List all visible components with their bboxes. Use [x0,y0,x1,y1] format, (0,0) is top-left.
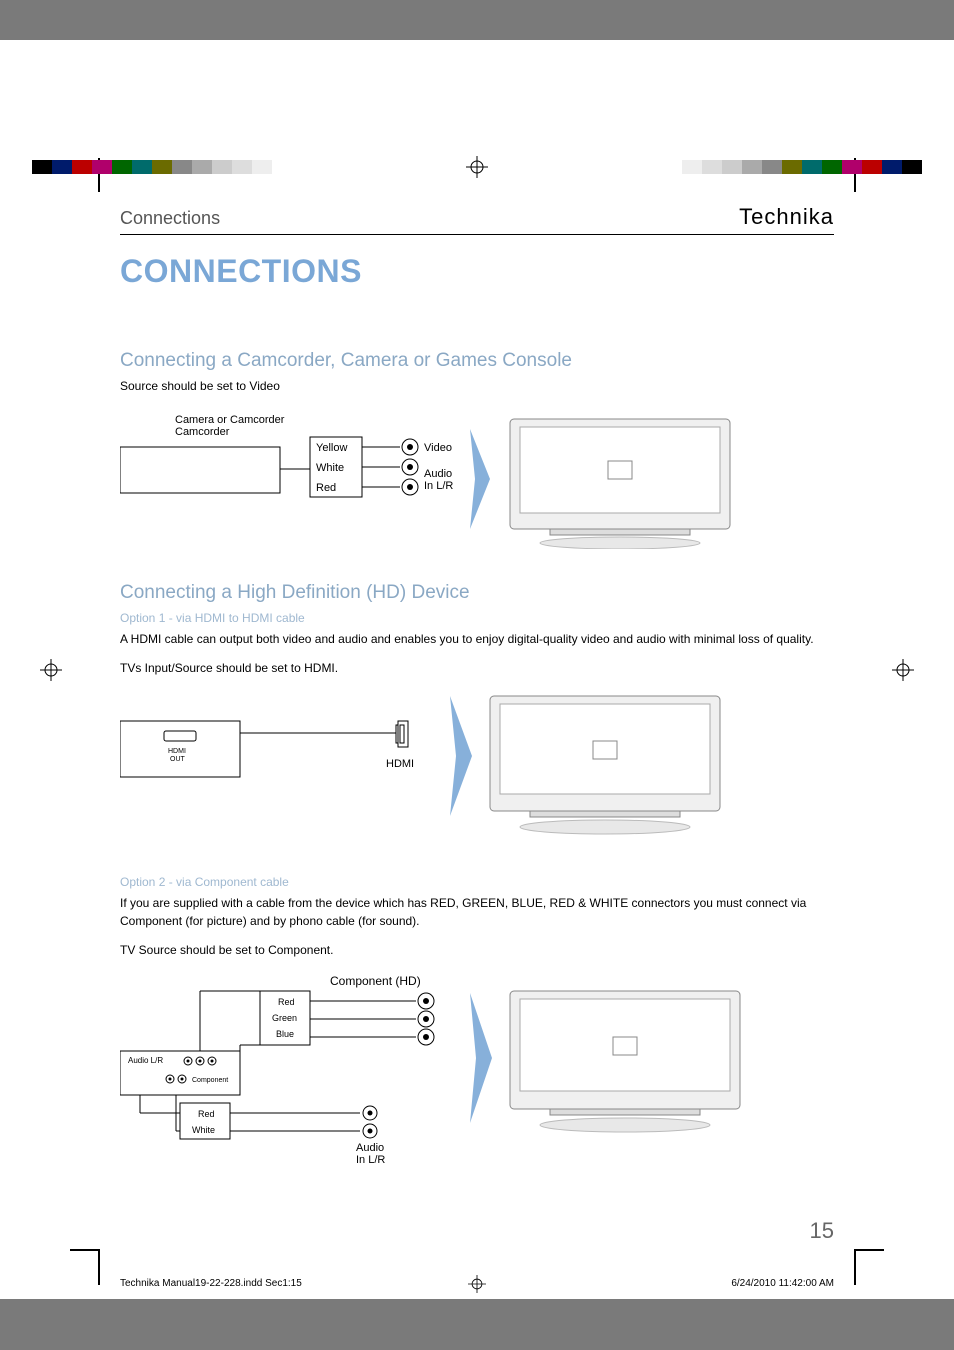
svg-text:White: White [316,462,344,474]
svg-text:Camcorder: Camcorder [175,426,230,438]
svg-text:Red: Red [198,1109,215,1119]
svg-text:Component (HD): Component (HD) [330,974,421,988]
crop-mark [70,1249,100,1251]
footer: Technika Manual19-22-228.indd Sec1:15 6/… [0,1274,954,1299]
page-content: Connections Technika CONNECTIONS Connect… [0,184,954,1274]
section-component: Option 2 - via Component cable If you ar… [120,874,834,1178]
label-device: Camera or Camcorder [175,414,285,426]
diagram-hdmi: HDMI OUT HDMI [120,691,834,846]
section-heading: Connecting a Camcorder, Camera or Games … [120,350,834,372]
crop-mark [854,1249,884,1251]
svg-text:Red: Red [316,482,336,494]
svg-text:Component: Component [192,1077,228,1084]
option-prefix: Option 2 - [120,875,176,889]
svg-text:Video: Video [424,442,452,454]
section-hdmi: Connecting a High Definition (HD) Device… [120,582,834,847]
section-heading: Connecting a High Definition (HD) Device [120,582,834,604]
svg-text:Red: Red [278,997,295,1007]
registration-bar-top [0,150,954,184]
tv-icon [510,419,730,549]
svg-text:Blue: Blue [276,1029,294,1039]
svg-text:Yellow: Yellow [316,442,347,454]
svg-text:HDMI: HDMI [386,758,414,770]
color-strip-left [32,160,272,174]
tv-icon [510,991,740,1132]
page-title: CONNECTIONS [120,253,834,290]
option-suffix: via Component cable [176,875,289,889]
svg-text:Green: Green [272,1013,297,1023]
svg-text:HDMI: HDMI [168,748,186,755]
registration-mark-icon [468,1275,486,1293]
svg-text:In L/R: In L/R [356,1154,385,1166]
brand-logo: Technika [739,204,834,230]
manual-page: Connections Technika CONNECTIONS Connect… [0,40,954,1299]
svg-text:In L/R: In L/R [424,480,453,492]
hdmi-source-note: TVs Input/Source should be set to HDMI. [120,660,834,677]
registration-mark-icon [466,156,488,178]
svg-text:Audio: Audio [356,1142,384,1154]
diagram-camcorder: Camera or Camcorder Camcorder Yellow Whi… [120,409,834,554]
section-label: Connections [120,208,220,229]
color-strip-right [682,160,922,174]
svg-text:Audio L/R: Audio L/R [128,1056,163,1065]
footer-file: Technika Manual19-22-228.indd Sec1:15 [120,1278,302,1289]
option-suffix: via HDMI to HDMI cable [176,611,305,625]
svg-text:Audio: Audio [424,468,452,480]
diagram-component: Component (HD) Audio L/R Component Red G… [120,973,834,1178]
option-prefix: Option 1 - [120,611,176,625]
component-description: If you are supplied with a cable from th… [120,895,834,930]
hdmi-description: A HDMI cable can output both video and a… [120,631,834,648]
section-camcorder: Connecting a Camcorder, Camera or Games … [120,350,834,554]
component-source-note: TV Source should be set to Component. [120,942,834,959]
source-note: Source should be set to Video [120,378,834,395]
tv-icon [490,696,720,834]
page-number: 15 [120,1218,834,1244]
footer-timestamp: 6/24/2010 11:42:00 AM [731,1278,834,1289]
svg-text:OUT: OUT [170,756,186,763]
svg-text:White: White [192,1125,215,1135]
